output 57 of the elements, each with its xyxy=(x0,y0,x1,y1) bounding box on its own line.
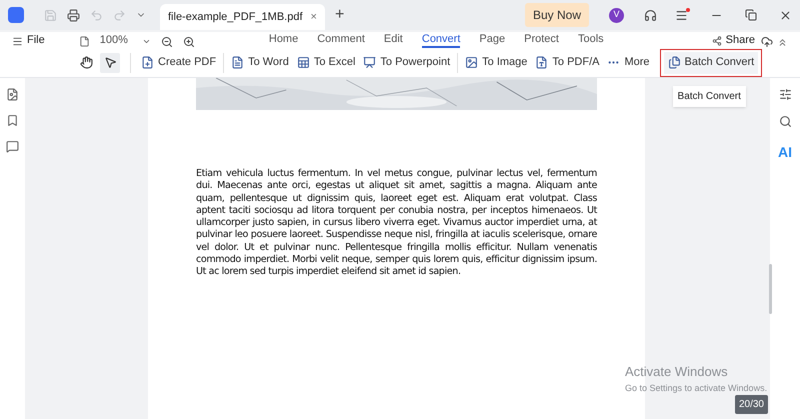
search-icon[interactable] xyxy=(778,115,792,128)
pointer-icon xyxy=(104,56,116,69)
file-plus-icon xyxy=(141,56,154,69)
buy-now-button[interactable]: Buy Now xyxy=(524,3,589,27)
close-tab-button[interactable]: × xyxy=(310,8,317,26)
convert-button[interactable]: Batch Convert xyxy=(664,52,758,74)
files-icon xyxy=(668,56,681,69)
document-tab[interactable]: file-example_PDF_1MB.pdf × xyxy=(160,4,325,30)
convert-button[interactable]: To Powerpoint xyxy=(359,52,454,74)
properties-icon[interactable] xyxy=(778,88,792,101)
body-paragraph: Etiam vehicula luctus fermentum. In vel metus congue, pulvinar lectus vel, fermentum dui. Maecenas ante orci, egestas ut aliquet sit amet, sagittis a magna. Aliquam ante quam, pellentesque ut dignissim quis, laoreet eget est. Aliquam erat volutpat. Class aptent taciti sociosqu ad litora torquent per conubia nostra, per inceptos himenaeos. Ut ullamcorper justo sapien, in cursus libero viverra eget. Vivamus auctor imperdiet urna, at pulvinar leo posuere laoreet. Suspendisse neque nisl, fringilla at iaculis scelerisque, ornare vel dolor. Ut et pulvinar nunc. Pellentesque fringilla mollis efficitur. Nullam venenatis commodo imperdiet. Morbi velit neque, semper quis lorem quis, efficitur dignissim ipsum. Ut ac lorem sed turpis imperdiet eleifend sit amet id sapien. xyxy=(196,168,597,279)
convert-button[interactable]: Create PDF xyxy=(137,52,220,74)
restore-icon[interactable] xyxy=(745,9,757,21)
new-tab-button[interactable]: + xyxy=(334,3,344,27)
zoom-in-icon[interactable] xyxy=(182,36,195,48)
ribbon-tab[interactable]: Edit xyxy=(384,33,403,48)
print-icon[interactable] xyxy=(67,8,80,22)
activation-title: Activate Windows xyxy=(625,363,729,381)
menu-icon[interactable] xyxy=(675,8,688,22)
collapse-icon[interactable] xyxy=(777,37,788,48)
app-logo-icon[interactable] xyxy=(8,7,24,23)
convert-button[interactable]: To Word xyxy=(227,52,293,74)
page-counter: 20/30 xyxy=(734,395,768,414)
ribbon-tab[interactable]: Protect xyxy=(524,33,559,48)
tooltip: Batch Convert xyxy=(672,86,746,106)
convert-button[interactable]: More xyxy=(603,52,654,74)
zoom-out-icon[interactable] xyxy=(160,36,173,48)
presentation-icon xyxy=(363,56,376,69)
convert-button[interactable]: To PDF/A xyxy=(531,52,604,74)
image-icon xyxy=(465,56,478,69)
spreadsheet-icon xyxy=(296,56,310,69)
ribbon-tab[interactable]: Page xyxy=(479,33,506,48)
share-icon[interactable] xyxy=(712,36,722,46)
convert-button[interactable]: To Excel xyxy=(292,52,360,74)
scrollbar-thumb[interactable] xyxy=(769,264,772,314)
comment-icon[interactable] xyxy=(6,140,19,153)
share-button[interactable]: Share xyxy=(726,32,755,48)
headset-icon[interactable] xyxy=(644,8,657,22)
ribbon-tab[interactable]: Comment xyxy=(317,33,365,48)
activation-subtitle: Go to Settings to activate Windows. xyxy=(625,382,768,395)
document-icon xyxy=(231,56,244,69)
avatar[interactable]: V xyxy=(609,8,624,22)
thumbnail-icon[interactable] xyxy=(6,88,19,101)
ribbon-tab[interactable]: Home xyxy=(268,33,298,48)
ribbon-tab[interactable]: Tools xyxy=(578,33,604,48)
zoom-caret-icon[interactable] xyxy=(142,37,151,46)
file-menu[interactable]: File xyxy=(27,32,45,48)
page-icon[interactable] xyxy=(78,36,90,47)
select-tool[interactable] xyxy=(100,52,120,72)
hand-icon xyxy=(80,56,92,69)
cloud-icon[interactable] xyxy=(761,36,773,48)
close-icon[interactable] xyxy=(779,8,792,22)
zoom-level[interactable]: 100% xyxy=(100,32,128,48)
convert-button[interactable]: To Image xyxy=(461,52,532,74)
file-type-icon xyxy=(535,56,548,69)
bookmark-icon[interactable] xyxy=(6,114,19,127)
hamburger-icon[interactable] xyxy=(12,36,23,47)
